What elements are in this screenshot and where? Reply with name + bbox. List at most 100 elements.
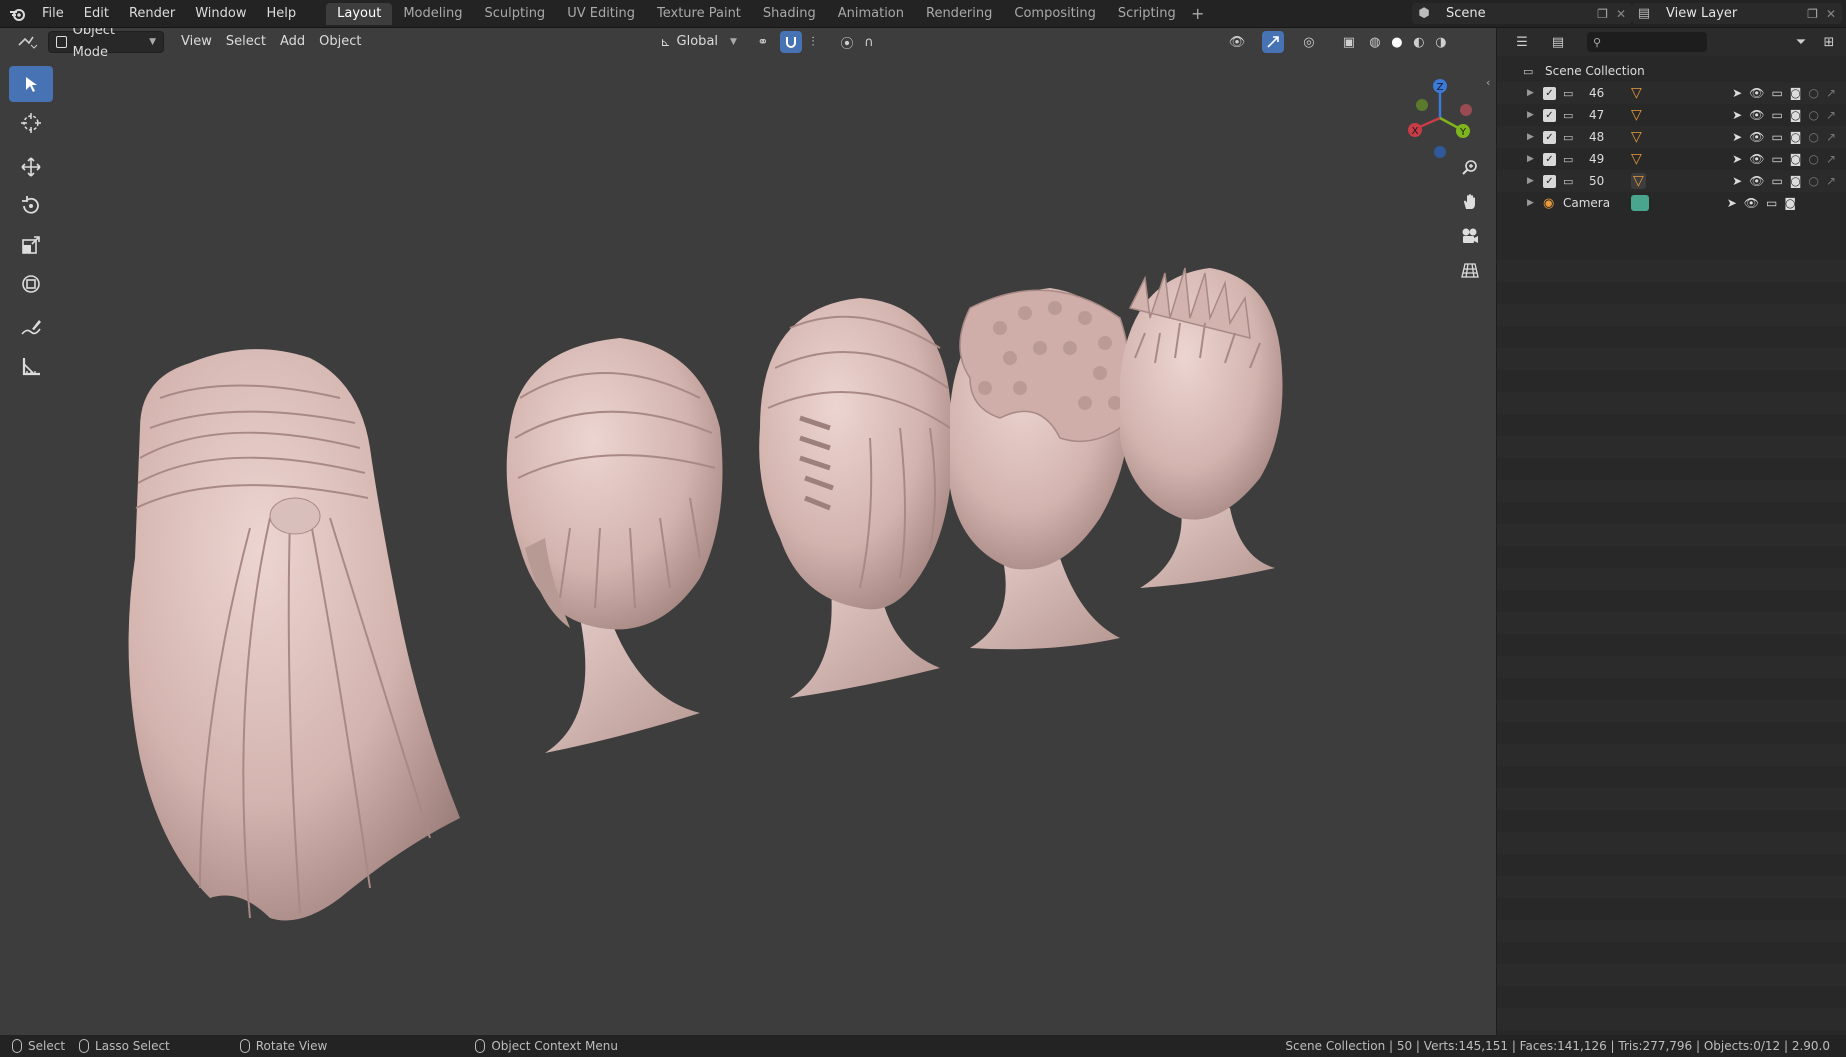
tab-rendering[interactable]: Rendering <box>915 3 1003 25</box>
tab-animation[interactable]: Animation <box>827 3 915 25</box>
indirect-only-icon[interactable]: ↗ <box>1826 86 1836 100</box>
tab-uv-editing[interactable]: UV Editing <box>556 3 646 25</box>
menu-edit[interactable]: Edit <box>74 0 119 28</box>
solid-shading-icon[interactable]: ● <box>1386 31 1408 53</box>
menu-window[interactable]: Window <box>185 0 256 28</box>
eye-icon[interactable]: 👁 <box>1749 152 1764 166</box>
rotate-tool-icon[interactable] <box>9 188 53 224</box>
exclude-checkbox[interactable]: ✓ <box>1543 86 1556 100</box>
close-icon[interactable]: ✕ <box>1616 7 1626 21</box>
holdout-icon[interactable]: ○ <box>1808 86 1818 100</box>
snap-icon[interactable] <box>779 31 802 53</box>
render-camera-icon[interactable]: ◙ <box>1790 152 1802 166</box>
outliner-root-row[interactable]: ▭ Scene Collection <box>1497 60 1846 82</box>
render-camera-icon[interactable]: ◙ <box>1790 86 1802 100</box>
scene-selector[interactable]: ⬢ Scene ❐ ✕ <box>1412 3 1632 24</box>
view-layer-selector[interactable]: ▤ View Layer ❐ ✕ <box>1632 3 1842 24</box>
viewport-icon[interactable]: ▭ <box>1771 174 1782 188</box>
3d-viewport[interactable]: Object Mode ▼ View Select Add Object ⊾ G… <box>0 28 1496 1035</box>
tab-modeling[interactable]: Modeling <box>392 3 473 25</box>
display-mode-icon[interactable]: ▤ <box>1543 31 1573 53</box>
scale-tool-icon[interactable] <box>9 227 53 263</box>
outliner-search-input[interactable]: ⚲ <box>1587 32 1707 52</box>
zoom-icon[interactable] <box>1456 154 1484 182</box>
eye-icon[interactable]: 👁 <box>1744 196 1759 210</box>
expand-arrow-icon[interactable]: ▶ <box>1527 132 1534 142</box>
menu-object[interactable]: Object <box>312 31 368 53</box>
render-camera-icon[interactable]: ◙ <box>1784 196 1796 210</box>
menu-file[interactable]: File <box>32 0 74 28</box>
viewport-icon[interactable]: ▭ <box>1771 152 1782 166</box>
menu-render[interactable]: Render <box>119 0 185 28</box>
annotate-tool-icon[interactable] <box>9 310 53 346</box>
holdout-icon[interactable]: ○ <box>1808 130 1818 144</box>
sidebar-toggle-icon[interactable]: ‹ <box>1486 76 1490 89</box>
tab-shading[interactable]: Shading <box>752 3 827 25</box>
wireframe-shading-icon[interactable]: ◍ <box>1364 31 1386 53</box>
tab-scripting[interactable]: Scripting <box>1107 3 1187 25</box>
close-icon[interactable]: ✕ <box>1826 7 1836 21</box>
selectable-icon[interactable]: ➤ <box>1727 196 1737 210</box>
expand-arrow-icon[interactable]: ▶ <box>1527 176 1534 186</box>
selectable-icon[interactable]: ➤ <box>1732 130 1742 144</box>
holdout-icon[interactable]: ○ <box>1808 174 1818 188</box>
selectable-icon[interactable]: ➤ <box>1732 174 1742 188</box>
editor-type-icon[interactable] <box>10 31 44 53</box>
exclude-checkbox[interactable]: ✓ <box>1543 174 1556 188</box>
camera-view-icon[interactable] <box>1456 222 1484 250</box>
overlays-icon[interactable]: ◎ <box>1298 31 1320 53</box>
eye-icon[interactable]: 👁 <box>1749 130 1764 144</box>
expand-arrow-icon[interactable]: ▶ <box>1527 198 1534 208</box>
selectable-icon[interactable]: ➤ <box>1732 86 1742 100</box>
tab-layout[interactable]: Layout <box>326 2 393 25</box>
selectable-icon[interactable]: ➤ <box>1732 108 1742 122</box>
cursor-tool-icon[interactable] <box>9 105 53 141</box>
perspective-grid-icon[interactable] <box>1456 256 1484 284</box>
outliner-item-49[interactable]: ▶ ✓ ▭ 49 ▽ ➤ 👁 ▭ ◙ ○ ↗ <box>1497 148 1846 170</box>
holdout-icon[interactable]: ○ <box>1808 152 1818 166</box>
tab-compositing[interactable]: Compositing <box>1003 3 1107 25</box>
expand-arrow-icon[interactable]: ▶ <box>1527 154 1534 164</box>
select-box-tool-icon[interactable] <box>9 66 53 102</box>
exclude-checkbox[interactable]: ✓ <box>1543 108 1556 122</box>
add-workspace-button[interactable]: + <box>1187 3 1209 25</box>
outliner-item-camera[interactable]: ▶ ◉ Camera ➤ 👁 ▭ ◙ <box>1497 192 1846 214</box>
render-camera-icon[interactable]: ◙ <box>1790 108 1802 122</box>
render-camera-icon[interactable]: ◙ <box>1790 130 1802 144</box>
proportional-edit-icon[interactable]: ⦿ <box>836 31 858 53</box>
pivot-icon[interactable]: ⚭ <box>752 31 774 53</box>
exclude-checkbox[interactable]: ✓ <box>1543 152 1556 166</box>
falloff-icon[interactable]: ∩ <box>858 31 880 53</box>
selectable-icon[interactable]: ➤ <box>1732 152 1742 166</box>
rendered-shading-icon[interactable]: ◑ <box>1430 31 1452 53</box>
outliner-item-50[interactable]: ▶ ✓ ▭ 50 ▽ ➤ 👁 ▭ ◙ ○ ↗ <box>1497 170 1846 192</box>
blender-logo-icon[interactable] <box>4 0 32 28</box>
gizmo-toggle-icon[interactable] <box>1261 31 1284 53</box>
indirect-only-icon[interactable]: ↗ <box>1826 108 1836 122</box>
render-camera-icon[interactable]: ◙ <box>1790 174 1802 188</box>
viewport-icon[interactable]: ▭ <box>1771 108 1782 122</box>
eye-icon[interactable]: 👁 <box>1749 174 1764 188</box>
menu-add[interactable]: Add <box>273 31 312 53</box>
outliner-item-48[interactable]: ▶ ✓ ▭ 48 ▽ ➤ 👁 ▭ ◙ ○ ↗ <box>1497 126 1846 148</box>
transform-tool-icon[interactable] <box>9 266 53 302</box>
material-shading-icon[interactable]: ◐ <box>1408 31 1430 53</box>
transform-orientation-dropdown[interactable]: ⊾ Global ▼ <box>653 31 743 53</box>
mode-dropdown[interactable]: Object Mode ▼ <box>48 28 164 60</box>
eye-icon[interactable]: 👁 <box>1749 108 1764 122</box>
move-tool-icon[interactable] <box>9 149 53 185</box>
exclude-checkbox[interactable]: ✓ <box>1543 130 1556 144</box>
expand-arrow-icon[interactable]: ▶ <box>1527 110 1534 120</box>
xray-icon[interactable]: ▣ <box>1338 31 1360 53</box>
outliner-item-46[interactable]: ▶ ✓ ▭ 46 ▽ ➤ 👁 ▭ ◙ ○ ↗ <box>1497 82 1846 104</box>
menu-select[interactable]: Select <box>219 31 273 53</box>
expand-arrow-icon[interactable]: ▶ <box>1527 88 1534 98</box>
eye-icon[interactable]: 👁 <box>1749 86 1764 100</box>
pan-hand-icon[interactable] <box>1456 188 1484 216</box>
menu-help[interactable]: Help <box>257 0 307 28</box>
measure-tool-icon[interactable] <box>9 349 53 385</box>
viewport-icon[interactable]: ▭ <box>1766 196 1777 210</box>
navigation-gizmo[interactable]: Z X Y <box>1400 68 1480 158</box>
filter-icon[interactable]: ⏷ <box>1790 31 1812 53</box>
holdout-icon[interactable]: ○ <box>1808 108 1818 122</box>
